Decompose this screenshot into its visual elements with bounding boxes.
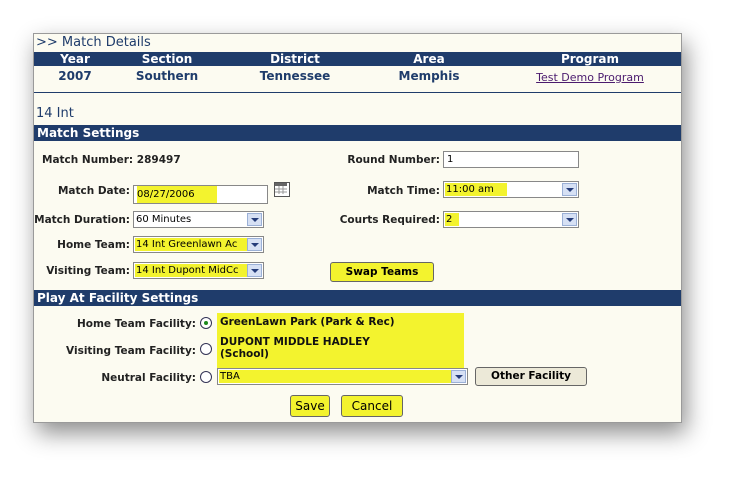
visiting-facility-name-line2: (School) (220, 348, 269, 360)
neutral-facility-select[interactable]: TBA (217, 368, 468, 385)
highlight (219, 370, 451, 383)
calendar-grid-icon (275, 183, 287, 194)
col-program: Program (560, 52, 620, 66)
match-details-panel: >> Match Details Year Section District A… (33, 33, 682, 423)
neutral-facility-label: Neutral Facility: (101, 372, 196, 384)
col-year: Year (60, 52, 90, 66)
visiting-facility-radio[interactable] (200, 343, 212, 355)
match-date-value: 08/27/2006 (137, 186, 217, 203)
chevron-down-icon[interactable] (247, 264, 262, 277)
chevron-down-icon[interactable] (562, 183, 577, 196)
calendar-icon[interactable] (274, 182, 290, 197)
match-number-label-text: Match Number: (42, 154, 134, 166)
match-date-label: Match Date: (57, 185, 130, 197)
col-district: District (270, 52, 320, 66)
program-link[interactable]: Test Demo Program (532, 71, 648, 84)
visiting-team-select[interactable]: 14 Int Dupont MidCc (133, 262, 264, 279)
chevron-down-icon[interactable] (247, 213, 262, 226)
visiting-facility-name: DUPONT MIDDLE HADLEY (School) (220, 336, 370, 360)
home-facility-label: Home Team Facility: (76, 318, 196, 330)
home-team-value: 14 Int Greenlawn Ac (136, 239, 238, 250)
courts-required-select[interactable]: 2 (443, 211, 579, 228)
round-number-label: Round Number: (347, 154, 440, 166)
match-settings-header: Match Settings (34, 125, 681, 141)
chevron-down-icon[interactable] (451, 370, 466, 383)
value-year: 2007 (58, 69, 92, 83)
match-time-select[interactable]: 11:00 am (443, 181, 579, 198)
neutral-facility-value: TBA (220, 371, 240, 382)
other-facility-button[interactable]: Other Facility (475, 367, 587, 386)
neutral-facility-radio[interactable] (200, 371, 212, 383)
match-time-label: Match Time: (367, 185, 440, 197)
match-number-value: 289497 (136, 154, 181, 166)
match-duration-select[interactable]: 60 Minutes (133, 211, 264, 228)
match-duration-value: 60 Minutes (136, 214, 192, 225)
match-date-input[interactable]: 08/27/2006 (133, 185, 268, 204)
col-area: Area (413, 52, 445, 66)
visiting-facility-name-line1: DUPONT MIDDLE HADLEY (220, 336, 370, 348)
col-section: Section (141, 52, 193, 66)
home-team-select[interactable]: 14 Int Greenlawn Ac (133, 236, 264, 253)
home-facility-radio[interactable] (200, 317, 212, 329)
summary-header-bar: Year Section District Area Program (34, 52, 681, 66)
courts-required-value: 2 (446, 214, 453, 225)
swap-teams-button[interactable]: Swap Teams (330, 262, 434, 282)
division-title: 14 Int (36, 106, 74, 121)
visiting-team-label: Visiting Team: (46, 265, 130, 277)
divider (34, 92, 681, 93)
match-time-value: 11:00 am (446, 184, 494, 195)
home-facility-name: GreenLawn Park (Park & Rec) (220, 316, 395, 328)
facility-settings-header: Play At Facility Settings (34, 290, 681, 306)
value-district: Tennessee (259, 69, 331, 83)
page-title: >> Match Details (36, 35, 151, 50)
visiting-team-value: 14 Int Dupont MidCc (136, 265, 239, 276)
chevron-down-icon[interactable] (247, 238, 262, 251)
chevron-down-icon[interactable] (562, 213, 577, 226)
value-area: Memphis (398, 69, 460, 83)
round-number-input[interactable]: 1 (443, 151, 579, 168)
courts-required-label: Courts Required: (339, 214, 440, 226)
cancel-button[interactable]: Cancel (341, 395, 403, 417)
match-duration-label: Match Duration: (34, 214, 130, 226)
value-section: Southern (135, 69, 199, 83)
home-team-label: Home Team: (57, 239, 130, 251)
visiting-facility-label: Visiting Team Facility: (66, 345, 196, 357)
match-number-label: Match Number: 289497 (42, 154, 181, 166)
save-button[interactable]: Save (290, 395, 330, 417)
